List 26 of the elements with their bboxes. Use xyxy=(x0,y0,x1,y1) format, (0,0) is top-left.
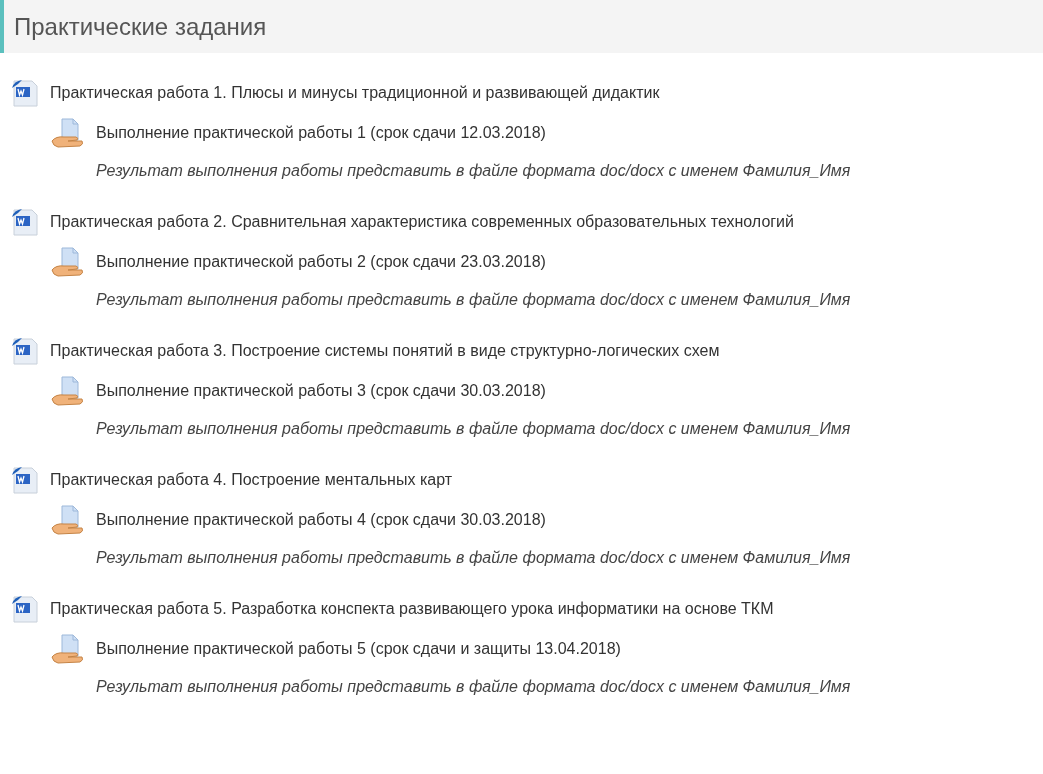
assignment-description: Результат выполнения работы представить в файле формата doc/docx с именем Фамилия_Имя xyxy=(96,677,852,698)
resource-link[interactable]: Практическая работа 5. Разработка конспекта развивающего урока информатики на основе ТКМ xyxy=(50,597,774,622)
assignment-description: Результат выполнения работы представить в файле формата doc/docx с именем Фамилия_Имя xyxy=(96,290,852,311)
hand-document-icon xyxy=(50,375,86,408)
assignment-link[interactable]: Выполнение практической работы 5 (срок сдачи и защиты 13.04.2018) xyxy=(96,637,621,662)
hand-document-icon xyxy=(50,117,86,150)
section-title: Практические задания xyxy=(0,0,1043,54)
word-document-icon xyxy=(10,594,40,625)
assignment-description: Результат выполнения работы представить в файле формата doc/docx с именем Фамилия_Имя xyxy=(96,161,852,182)
resource-link[interactable]: Практическая работа 1. Плюсы и минусы традиционной и развивающей дидактик xyxy=(50,81,660,106)
assignment-description: Результат выполнения работы представить в файле формата doc/docx с именем Фамилия_Имя xyxy=(96,548,852,569)
word-document-icon xyxy=(10,336,40,367)
assignment-link[interactable]: Выполнение практической работы 2 (срок сдачи 23.03.2018) xyxy=(96,250,546,275)
word-document-icon xyxy=(10,465,40,496)
word-document-icon xyxy=(10,207,40,238)
hand-document-icon xyxy=(50,504,86,537)
hand-document-icon xyxy=(50,633,86,666)
resource-link[interactable]: Практическая работа 4. Построение ментальных карт xyxy=(50,468,453,493)
resource-link[interactable]: Практическая работа 2. Сравнительная характеристика современных образовательных технологий xyxy=(50,210,794,235)
assignment-description: Результат выполнения работы представить в файле формата doc/docx с именем Фамилия_Имя xyxy=(96,419,852,440)
word-document-icon xyxy=(10,78,40,109)
assignment-link[interactable]: Выполнение практической работы 4 (срок сдачи 30.03.2018) xyxy=(96,508,546,533)
assignment-link[interactable]: Выполнение практической работы 1 (срок сдачи 12.03.2018) xyxy=(96,121,546,146)
resource-link[interactable]: Практическая работа 3. Построение системы понятий в виде структурно-логических схем xyxy=(50,339,720,364)
hand-document-icon xyxy=(50,246,86,279)
assignment-link[interactable]: Выполнение практической работы 3 (срок сдачи 30.03.2018) xyxy=(96,379,546,404)
